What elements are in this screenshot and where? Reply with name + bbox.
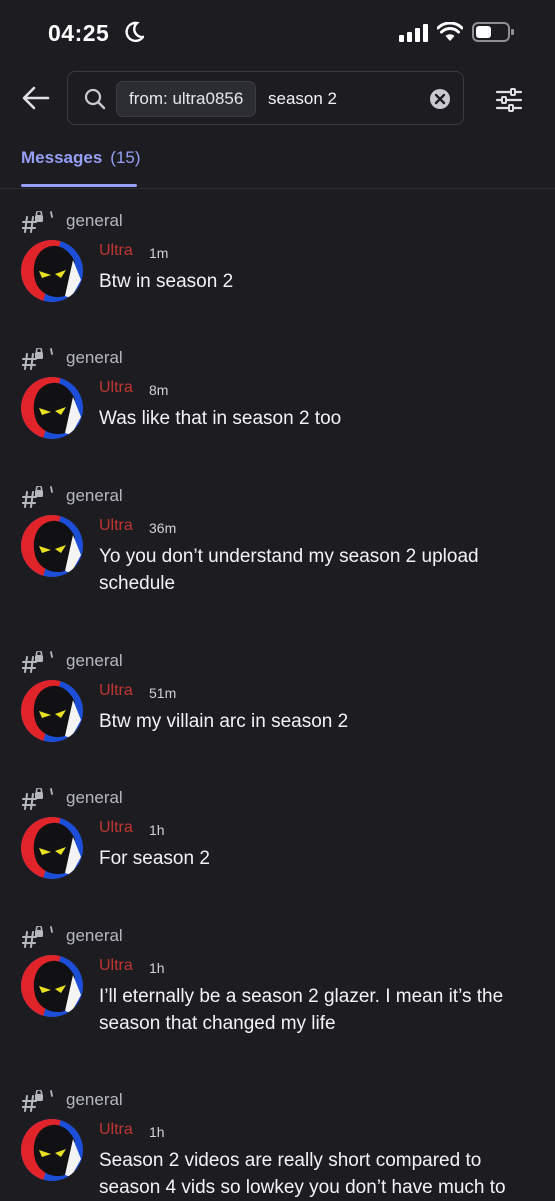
status-time: 04:25 <box>48 20 110 46</box>
timestamp: 1h <box>149 822 165 838</box>
avatar[interactable] <box>21 240 83 302</box>
timestamp: 1h <box>149 960 165 976</box>
tab-messages-label: Messages <box>21 148 103 167</box>
battery-icon <box>472 22 514 42</box>
avatar[interactable] <box>21 955 83 1017</box>
hashtag-lock-icon <box>22 651 53 673</box>
username[interactable]: Ultra <box>99 1121 133 1139</box>
search-filter-chip[interactable]: from: ultra0856 <box>116 81 257 117</box>
avatar[interactable] <box>21 817 83 879</box>
channel-name: general <box>66 788 123 807</box>
message-text: Btw my villain arc in season 2 <box>99 711 349 732</box>
username[interactable]: Ultra <box>99 957 133 975</box>
channel-name: general <box>66 651 123 670</box>
avatar[interactable] <box>21 515 83 577</box>
message-text: I’ll eternally be a season 2 glazer. I m… <box>99 986 504 1034</box>
avatar[interactable] <box>21 1119 83 1181</box>
active-tab-indicator <box>21 184 137 187</box>
username[interactable]: Ultra <box>99 242 133 260</box>
hashtag-lock-icon <box>22 788 53 810</box>
timestamp: 1m <box>149 245 169 261</box>
cellular-signal-icon <box>399 24 428 42</box>
back-arrow-icon[interactable] <box>20 82 52 114</box>
search-query[interactable]: season 2 <box>268 89 337 109</box>
hashtag-lock-icon <box>22 211 53 233</box>
message-text: Was like that in season 2 too <box>99 408 342 429</box>
timestamp: 8m <box>149 382 169 398</box>
moon-icon <box>125 21 144 43</box>
search-icon <box>84 88 106 110</box>
channel-name: general <box>66 348 123 367</box>
avatar[interactable] <box>21 680 83 742</box>
channel-name: general <box>66 211 123 230</box>
hashtag-lock-icon <box>22 486 53 508</box>
search-input[interactable]: from: ultra0856 season 2 <box>67 71 464 125</box>
hashtag-lock-icon <box>22 1090 53 1112</box>
message-text: Season 2 videos are really short compare… <box>99 1150 506 1198</box>
status-bar: 04:25 <box>0 0 555 64</box>
divider <box>0 188 555 189</box>
username[interactable]: Ultra <box>99 819 133 837</box>
message-text: For season 2 <box>99 848 210 869</box>
tab-messages[interactable]: Messages (15) <box>21 148 141 168</box>
channel-name: general <box>66 926 123 945</box>
message-text: Btw in season 2 <box>99 271 234 292</box>
timestamp: 1h <box>149 1124 165 1140</box>
clear-x-icon[interactable] <box>429 88 451 110</box>
username[interactable]: Ultra <box>99 682 133 700</box>
channel-name: general <box>66 1090 123 1109</box>
wifi-icon <box>437 22 463 41</box>
hashtag-lock-icon <box>22 926 53 948</box>
username[interactable]: Ultra <box>99 517 133 535</box>
hashtag-lock-icon <box>22 348 53 370</box>
tab-messages-count: (15) <box>110 148 141 167</box>
username[interactable]: Ultra <box>99 379 133 397</box>
sliders-icon[interactable] <box>493 84 525 116</box>
channel-name: general <box>66 486 123 505</box>
timestamp: 36m <box>149 520 177 536</box>
message-text: Yo you don’t understand my season 2 uplo… <box>99 546 479 594</box>
avatar[interactable] <box>21 377 83 439</box>
timestamp: 51m <box>149 685 177 701</box>
